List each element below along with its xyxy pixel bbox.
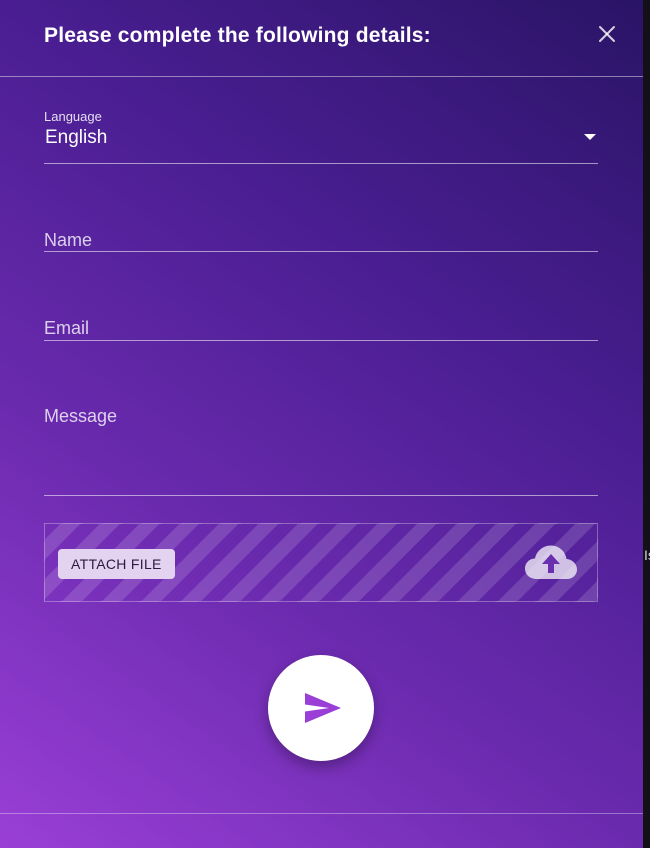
email-placeholder: Email — [44, 318, 90, 338]
header-divider — [0, 76, 643, 77]
send-icon — [305, 693, 341, 723]
close-button[interactable] — [596, 23, 618, 45]
attach-file-button[interactable]: ATTACH FILE — [58, 549, 175, 579]
language-select[interactable]: Language English — [44, 109, 598, 165]
contact-form-dialog: Please complete the following details: L… — [0, 0, 643, 848]
name-input[interactable]: Name — [44, 228, 598, 254]
dialog-title: Please complete the following details: — [44, 24, 431, 47]
close-icon — [599, 26, 615, 42]
language-label: Language — [44, 109, 102, 124]
name-placeholder: Name — [44, 230, 93, 250]
language-value: English — [45, 127, 108, 148]
footer-divider — [0, 813, 643, 814]
background-page-edge — [643, 0, 650, 848]
language-underline — [44, 163, 598, 164]
email-underline — [44, 340, 598, 341]
background-page-text: Is — [644, 547, 650, 563]
message-placeholder: Message — [44, 406, 118, 426]
cloud-upload-icon[interactable] — [523, 543, 579, 583]
name-underline — [44, 251, 598, 252]
message-underline — [44, 495, 598, 496]
message-textarea[interactable]: Message — [44, 404, 598, 497]
email-input[interactable]: Email — [44, 316, 598, 342]
send-button[interactable] — [268, 655, 374, 761]
file-dropzone[interactable]: ATTACH FILE — [44, 523, 598, 602]
caret-down-icon — [584, 134, 596, 140]
